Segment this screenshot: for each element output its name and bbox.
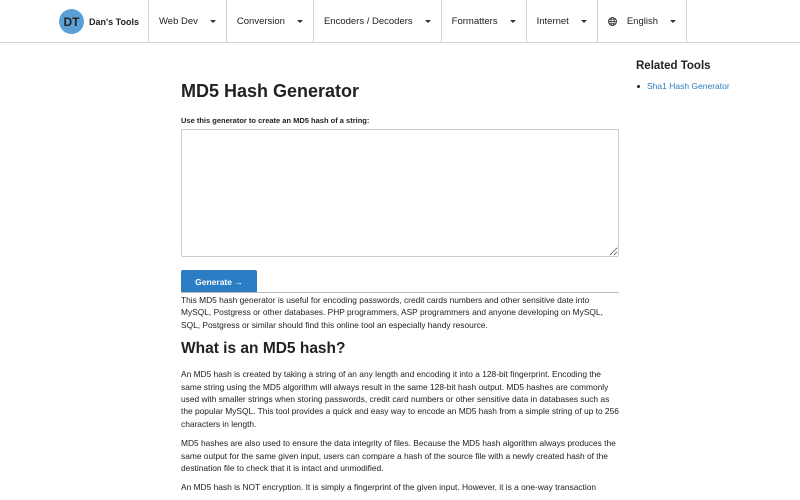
related-tool-link[interactable]: Sha1 Hash Generator	[647, 81, 730, 91]
sidebar: Related Tools Sha1 Hash Generator	[636, 60, 796, 91]
navbar-inner: DT Dan's Tools Web Dev Conversion Encode…	[56, 0, 687, 43]
caret-down-icon	[670, 20, 676, 23]
nav-menu-label: Conversion	[236, 16, 285, 27]
nav-menu-label: Encoders / Decoders	[323, 16, 413, 27]
generate-button[interactable]: Generate →	[181, 270, 257, 293]
section-heading: What is an MD5 hash?	[181, 340, 346, 358]
divider	[181, 292, 619, 293]
nav-menu-label: Internet	[536, 16, 569, 27]
globe-icon	[607, 17, 617, 26]
body-paragraph: An MD5 hash is created by taking a strin…	[181, 369, 619, 429]
nav-menu-encoders-decoders[interactable]: Encoders / Decoders	[312, 0, 441, 43]
nav-menu-internet[interactable]: Internet	[525, 0, 597, 43]
string-input[interactable]	[181, 129, 619, 257]
related-tools-list: Sha1 Hash Generator	[636, 81, 796, 91]
brand-logo: DT	[59, 9, 84, 34]
nav-menu-web-dev[interactable]: Web Dev	[147, 0, 226, 43]
intro-paragraph: This MD5 hash generator is useful for en…	[181, 295, 603, 330]
top-navbar: DT Dan's Tools Web Dev Conversion Encode…	[0, 0, 800, 43]
brand-name: Dan's Tools	[89, 16, 139, 27]
caret-down-icon	[424, 20, 431, 23]
list-item: Sha1 Hash Generator	[636, 81, 796, 91]
nav-menu-language[interactable]: English	[596, 0, 687, 43]
nav-menu-conversion[interactable]: Conversion	[225, 0, 313, 43]
nav-menu-label: Formatters	[451, 16, 498, 27]
caret-down-icon	[209, 20, 216, 23]
input-label: Use this generator to create an MD5 hash…	[181, 116, 370, 125]
sidebar-title: Related Tools	[636, 60, 711, 72]
body-paragraph: An MD5 hash is NOT encryption. It is sim…	[181, 482, 597, 493]
caret-down-icon	[580, 20, 587, 23]
nav-menu-label: English	[626, 16, 658, 27]
article: This MD5 hash generator is useful for en…	[181, 294, 619, 494]
caret-down-icon	[509, 20, 516, 23]
nav-menu-formatters[interactable]: Formatters	[440, 0, 526, 43]
brand-link[interactable]: DT Dan's Tools	[56, 0, 148, 43]
bullet-icon	[637, 84, 640, 88]
page-title: MD5 Hash Generator	[181, 81, 360, 101]
nav-menu-label: Web Dev	[158, 16, 198, 27]
body-paragraph: MD5 hashes are also used to ensure the d…	[181, 438, 616, 474]
caret-down-icon	[296, 20, 303, 23]
